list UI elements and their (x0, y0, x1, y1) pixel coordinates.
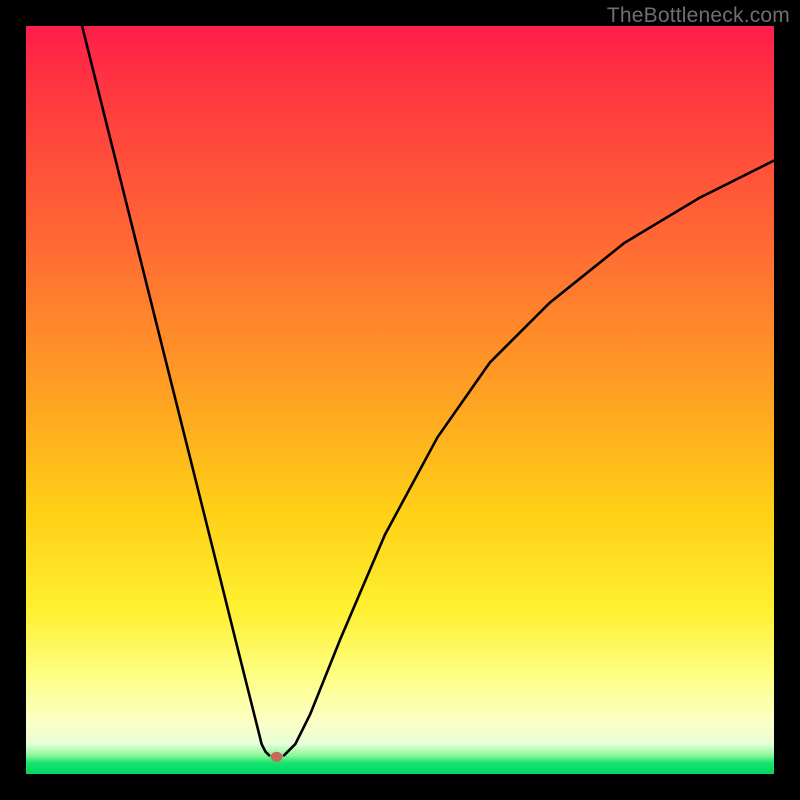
plot-area (26, 26, 774, 774)
chart-frame: TheBottleneck.com (0, 0, 800, 800)
watermark-text: TheBottleneck.com (607, 4, 790, 28)
minimum-marker (271, 752, 283, 762)
curve-right-branch (284, 161, 774, 756)
curve-left-branch (82, 26, 269, 755)
bottleneck-curve (26, 26, 774, 774)
